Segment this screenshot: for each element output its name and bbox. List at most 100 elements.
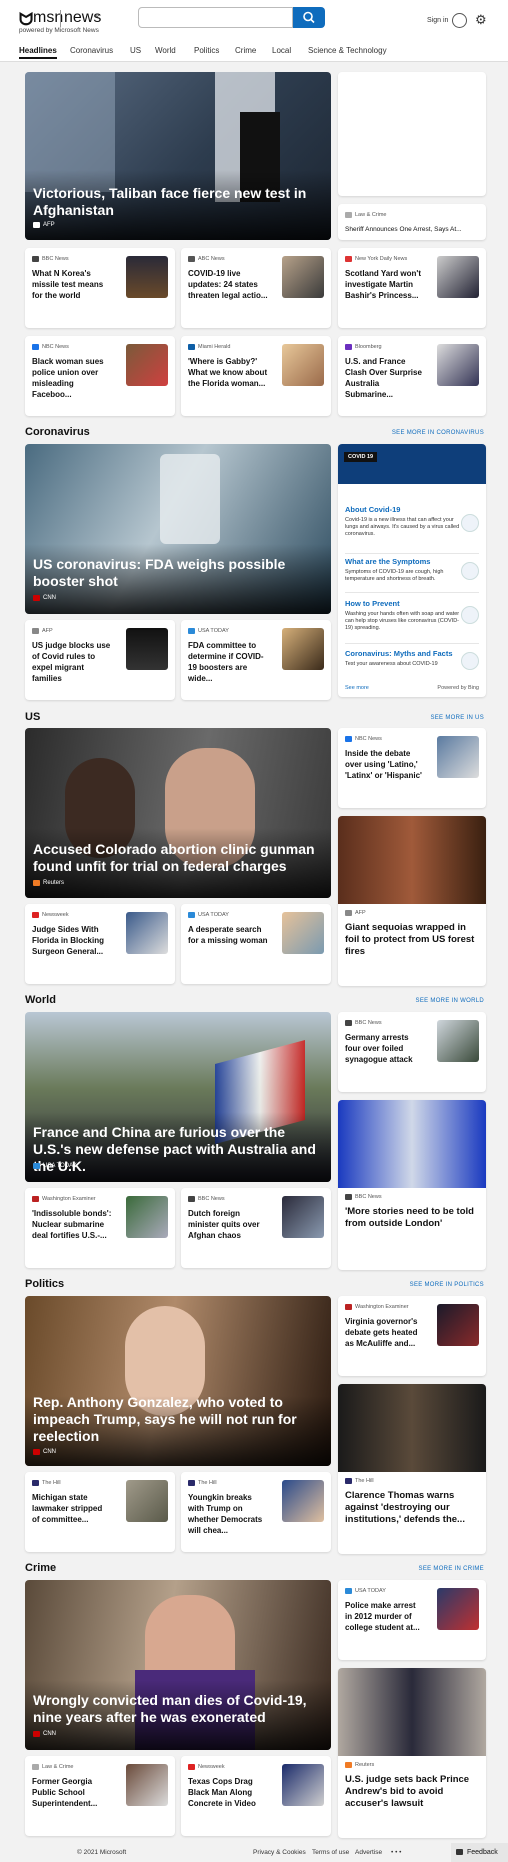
feedback-button[interactable]: Feedback bbox=[451, 1843, 508, 1862]
card-title[interactable]: What N Korea's missile test means for th… bbox=[32, 268, 112, 301]
card-title[interactable]: U.S. judge sets back Prince Andrew's bid… bbox=[345, 1774, 479, 1810]
news-card[interactable]: Law & Crime Former Georgia Public School… bbox=[25, 1756, 175, 1836]
headline-hero[interactable]: Victorious, Taliban face fierce new test… bbox=[25, 72, 331, 240]
see-more-crime[interactable]: SEE MORE IN CRIME bbox=[419, 1566, 484, 1572]
see-more-us[interactable]: SEE MORE IN US bbox=[430, 715, 484, 721]
search-input[interactable] bbox=[139, 8, 292, 28]
side-card[interactable]: Law & Crime Sheriff Announces One Arrest… bbox=[338, 204, 486, 240]
more-menu[interactable]: • • • bbox=[391, 1849, 401, 1856]
card-title[interactable]: Inside the debate over using 'Latino,' '… bbox=[345, 748, 425, 781]
section-title-crime[interactable]: Crime bbox=[25, 1562, 56, 1574]
nav-crime[interactable]: Crime bbox=[235, 46, 256, 55]
card-title[interactable]: Clarence Thomas warns against 'destroyin… bbox=[345, 1490, 479, 1526]
sign-in-link[interactable]: Sign in bbox=[427, 17, 448, 24]
brand-logo[interactable]: msn bbox=[33, 9, 63, 27]
nav-politics[interactable]: Politics bbox=[194, 46, 219, 55]
card-title[interactable]: Police make arrest in 2012 murder of col… bbox=[345, 1600, 425, 1633]
hero-title[interactable]: Rep. Anthony Gonzalez, who voted to impe… bbox=[33, 1394, 317, 1445]
news-card[interactable]: BBC News What N Korea's missile test mea… bbox=[25, 248, 175, 328]
card-title[interactable]: Youngkin breaks with Trump on whether De… bbox=[188, 1492, 268, 1536]
carousel-dots[interactable] bbox=[140, 233, 218, 240]
news-card[interactable]: AFP US judge blocks use of Covid rules t… bbox=[25, 620, 175, 700]
news-card[interactable]: Miami Herald 'Where is Gabby?' What we k… bbox=[181, 336, 331, 416]
hero-title[interactable]: Wrongly convicted man dies of Covid-19, … bbox=[33, 1692, 317, 1726]
news-card[interactable]: Newsweek Judge Sides With Florida in Blo… bbox=[25, 904, 175, 984]
nav-coronavirus[interactable]: Coronavirus bbox=[70, 46, 113, 55]
news-card[interactable]: Newsweek Texas Cops Drag Black Man Along… bbox=[181, 1756, 331, 1836]
gear-icon[interactable]: ⚙ bbox=[475, 12, 487, 28]
privacy-link[interactable]: Privacy & Cookies bbox=[253, 1849, 306, 1856]
card-title[interactable]: Scotland Yard won't investigate Martin B… bbox=[345, 268, 425, 301]
card-title[interactable]: 'More stories need to be told from outsi… bbox=[345, 1206, 479, 1230]
covid-symptoms[interactable]: What are the Symptoms Symptoms of COVID-1… bbox=[345, 557, 460, 583]
card-title[interactable]: Giant sequoias wrapped in foil to protec… bbox=[345, 922, 479, 958]
photo-card[interactable]: Reuters U.S. judge sets back Prince Andr… bbox=[338, 1668, 486, 1838]
news-card[interactable]: NBC News Black woman sues police union o… bbox=[25, 336, 175, 416]
crime-hero[interactable]: Wrongly convicted man dies of Covid-19, … bbox=[25, 1580, 331, 1750]
photo-card[interactable]: AFP Giant sequoias wrapped in foil to pr… bbox=[338, 816, 486, 986]
card-title[interactable]: Black woman sues police union over misle… bbox=[32, 356, 112, 400]
section-title-coronavirus[interactable]: Coronavirus bbox=[25, 426, 90, 438]
news-card[interactable]: USA TODAY FDA committee to determine if … bbox=[181, 620, 331, 700]
chevron-down-icon[interactable]: ⌄ bbox=[93, 9, 101, 20]
news-card[interactable]: USA TODAY Police make arrest in 2012 mur… bbox=[338, 1580, 486, 1660]
photo-card[interactable]: BBC News 'More stories need to be told f… bbox=[338, 1100, 486, 1270]
news-card[interactable]: USA TODAY A desperate search for a missi… bbox=[181, 904, 331, 984]
card-title[interactable]: Sheriff Announces One Arrest, Says At... bbox=[345, 224, 485, 235]
advertise-link[interactable]: Advertise bbox=[355, 1849, 382, 1856]
covid-prevent[interactable]: How to Prevent Washing your hands often w… bbox=[345, 599, 460, 632]
hero-title[interactable]: Victorious, Taliban face fierce new test… bbox=[33, 185, 317, 219]
covid-myths[interactable]: Coronavirus: Myths and Facts Test your aw… bbox=[345, 649, 460, 668]
card-title[interactable]: US judge blocks use of Covid rules to ex… bbox=[32, 640, 112, 684]
card-title[interactable]: Dutch foreign minister quits over Afghan… bbox=[188, 1208, 268, 1241]
nav-world[interactable]: World bbox=[155, 46, 176, 55]
photo-card[interactable]: The Hill Clarence Thomas warns against '… bbox=[338, 1384, 486, 1554]
nav-us[interactable]: US bbox=[130, 46, 141, 55]
ad-card[interactable] bbox=[338, 72, 486, 196]
hero-title[interactable]: Accused Colorado abortion clinic gunman … bbox=[33, 841, 317, 875]
news-card[interactable]: NBC News Inside the debate over using 'L… bbox=[338, 728, 486, 808]
card-title[interactable]: COVID-19 live updates: 24 states threate… bbox=[188, 268, 268, 301]
search-box[interactable] bbox=[138, 7, 293, 28]
section-title-politics[interactable]: Politics bbox=[25, 1278, 64, 1290]
avatar-icon[interactable] bbox=[452, 13, 467, 28]
terms-link[interactable]: Terms of use bbox=[312, 1849, 349, 1856]
world-hero[interactable]: France and China are furious over the U.… bbox=[25, 1012, 331, 1182]
see-more-politics[interactable]: SEE MORE IN POLITICS bbox=[410, 1282, 484, 1288]
see-more-world[interactable]: SEE MORE IN WORLD bbox=[416, 998, 484, 1004]
card-title[interactable]: Germany arrests four over foiled synagog… bbox=[345, 1032, 425, 1065]
news-card[interactable]: ABC News COVID-19 live updates: 24 state… bbox=[181, 248, 331, 328]
covid-about[interactable]: About Covid-19 Covid-19 is a new illness … bbox=[345, 505, 460, 538]
card-title[interactable]: FDA committee to determine if COVID-19 b… bbox=[188, 640, 268, 684]
covid-see-more[interactable]: See more bbox=[345, 685, 369, 691]
section-title-us[interactable]: US bbox=[25, 711, 40, 723]
section-title-world[interactable]: World bbox=[25, 994, 56, 1006]
card-title[interactable]: Former Georgia Public School Superintend… bbox=[32, 1776, 112, 1809]
card-title[interactable]: A desperate search for a missing woman bbox=[188, 924, 268, 946]
card-title[interactable]: 'Indissoluble bonds': Nuclear submarine … bbox=[32, 1208, 112, 1241]
card-title[interactable]: Texas Cops Drag Black Man Along Concrete… bbox=[188, 1776, 268, 1809]
card-title[interactable]: Judge Sides With Florida in Blocking Sur… bbox=[32, 924, 112, 957]
us-hero[interactable]: Accused Colorado abortion clinic gunman … bbox=[25, 728, 331, 898]
search-button[interactable] bbox=[293, 7, 325, 28]
news-card[interactable]: Washington Examiner Virginia governor's … bbox=[338, 1296, 486, 1376]
news-card[interactable]: Washington Examiner 'Indissoluble bonds'… bbox=[25, 1188, 175, 1268]
news-card[interactable]: BBC News Germany arrests four over foile… bbox=[338, 1012, 486, 1092]
card-title[interactable]: 'Where is Gabby?' What we know about the… bbox=[188, 356, 268, 389]
news-card[interactable]: Bloomberg U.S. and France Clash Over Sur… bbox=[338, 336, 486, 416]
card-title[interactable]: Virginia governor's debate gets heated a… bbox=[345, 1316, 425, 1349]
card-title[interactable]: U.S. and France Clash Over Surprise Aust… bbox=[345, 356, 425, 400]
hero-title[interactable]: US coronavirus: FDA weighs possible boos… bbox=[33, 556, 317, 590]
nav-science-technology[interactable]: Science & Technology bbox=[308, 46, 387, 55]
politics-hero[interactable]: Rep. Anthony Gonzalez, who voted to impe… bbox=[25, 1296, 331, 1466]
card-source: USA TODAY bbox=[188, 628, 229, 634]
card-title[interactable]: Michigan state lawmaker stripped of comm… bbox=[32, 1492, 112, 1525]
nav-headlines[interactable]: Headlines bbox=[19, 46, 57, 59]
news-card[interactable]: BBC News Dutch foreign minister quits ov… bbox=[181, 1188, 331, 1268]
news-card[interactable]: The Hill Youngkin breaks with Trump on w… bbox=[181, 1472, 331, 1552]
coronavirus-hero[interactable]: US coronavirus: FDA weighs possible boos… bbox=[25, 444, 331, 614]
news-card[interactable]: New York Daily News Scotland Yard won't … bbox=[338, 248, 486, 328]
news-card[interactable]: The Hill Michigan state lawmaker strippe… bbox=[25, 1472, 175, 1552]
nav-local[interactable]: Local bbox=[272, 46, 291, 55]
see-more-coronavirus[interactable]: SEE MORE IN CORONAVIRUS bbox=[392, 430, 484, 436]
